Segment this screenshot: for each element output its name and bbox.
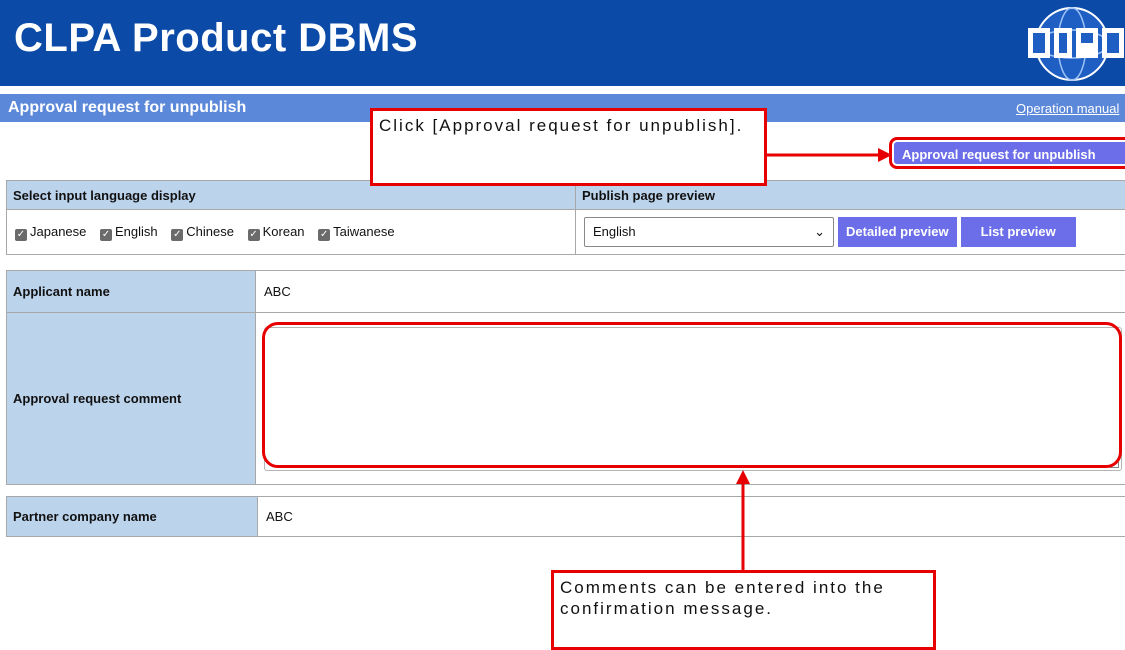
checkbox-checked-icon: ✓	[100, 229, 112, 241]
preview-language-select[interactable]: English ⌄	[584, 217, 834, 247]
operation-manual-link[interactable]: Operation manual	[1016, 101, 1119, 116]
checkbox-checked-icon: ✓	[171, 229, 183, 241]
partner-info: Partner company name ABC	[6, 496, 1125, 537]
applicant-name-label: Applicant name	[7, 271, 256, 313]
app-title: CLPA Product DBMS	[14, 16, 418, 61]
resize-grip-icon[interactable]	[1110, 459, 1119, 468]
comment-callout: Comments can be entered into the confirm…	[551, 570, 936, 650]
checkbox-japanese[interactable]: ✓Japanese	[15, 224, 86, 241]
checkbox-taiwanese[interactable]: ✓Taiwanese	[318, 224, 394, 241]
approval-form: Applicant name ABC Approval request comm…	[6, 270, 1125, 485]
list-preview-button[interactable]: List preview	[961, 217, 1076, 247]
app-header: CLPA Product DBMS	[0, 0, 1125, 86]
language-checkboxes: ✓Japanese ✓English ✓Chinese ✓Korean ✓Tai…	[7, 210, 576, 255]
callout-arrow-right	[767, 148, 892, 162]
checkbox-chinese[interactable]: ✓Chinese	[171, 224, 234, 241]
checkbox-checked-icon: ✓	[15, 229, 27, 241]
checkbox-korean[interactable]: ✓Korean	[248, 224, 305, 241]
applicant-name-value: ABC	[256, 271, 1125, 313]
preview-controls: English ⌄ Detailed previewList preview	[576, 210, 1125, 255]
partner-company-label: Partner company name	[7, 497, 258, 537]
checkbox-checked-icon: ✓	[248, 229, 260, 241]
partner-company-value: ABC	[258, 497, 1125, 537]
checkbox-checked-icon: ✓	[318, 229, 330, 241]
detailed-preview-button[interactable]: Detailed preview	[838, 217, 957, 247]
approval-request-unpublish-button[interactable]: Approval request for unpublish	[892, 140, 1125, 166]
chevron-down-icon: ⌄	[814, 218, 825, 246]
clpa-logo	[1014, 4, 1125, 84]
approval-comment-textarea[interactable]	[264, 327, 1122, 471]
click-callout: Click [Approval request for unpublish].	[370, 108, 767, 186]
language-panel: Select input language display Publish pa…	[6, 180, 1125, 255]
page-title: Approval request for unpublish	[8, 99, 246, 117]
checkbox-english[interactable]: ✓English	[100, 224, 158, 241]
approval-comment-cell	[256, 313, 1125, 485]
approval-comment-label: Approval request comment	[7, 313, 256, 485]
